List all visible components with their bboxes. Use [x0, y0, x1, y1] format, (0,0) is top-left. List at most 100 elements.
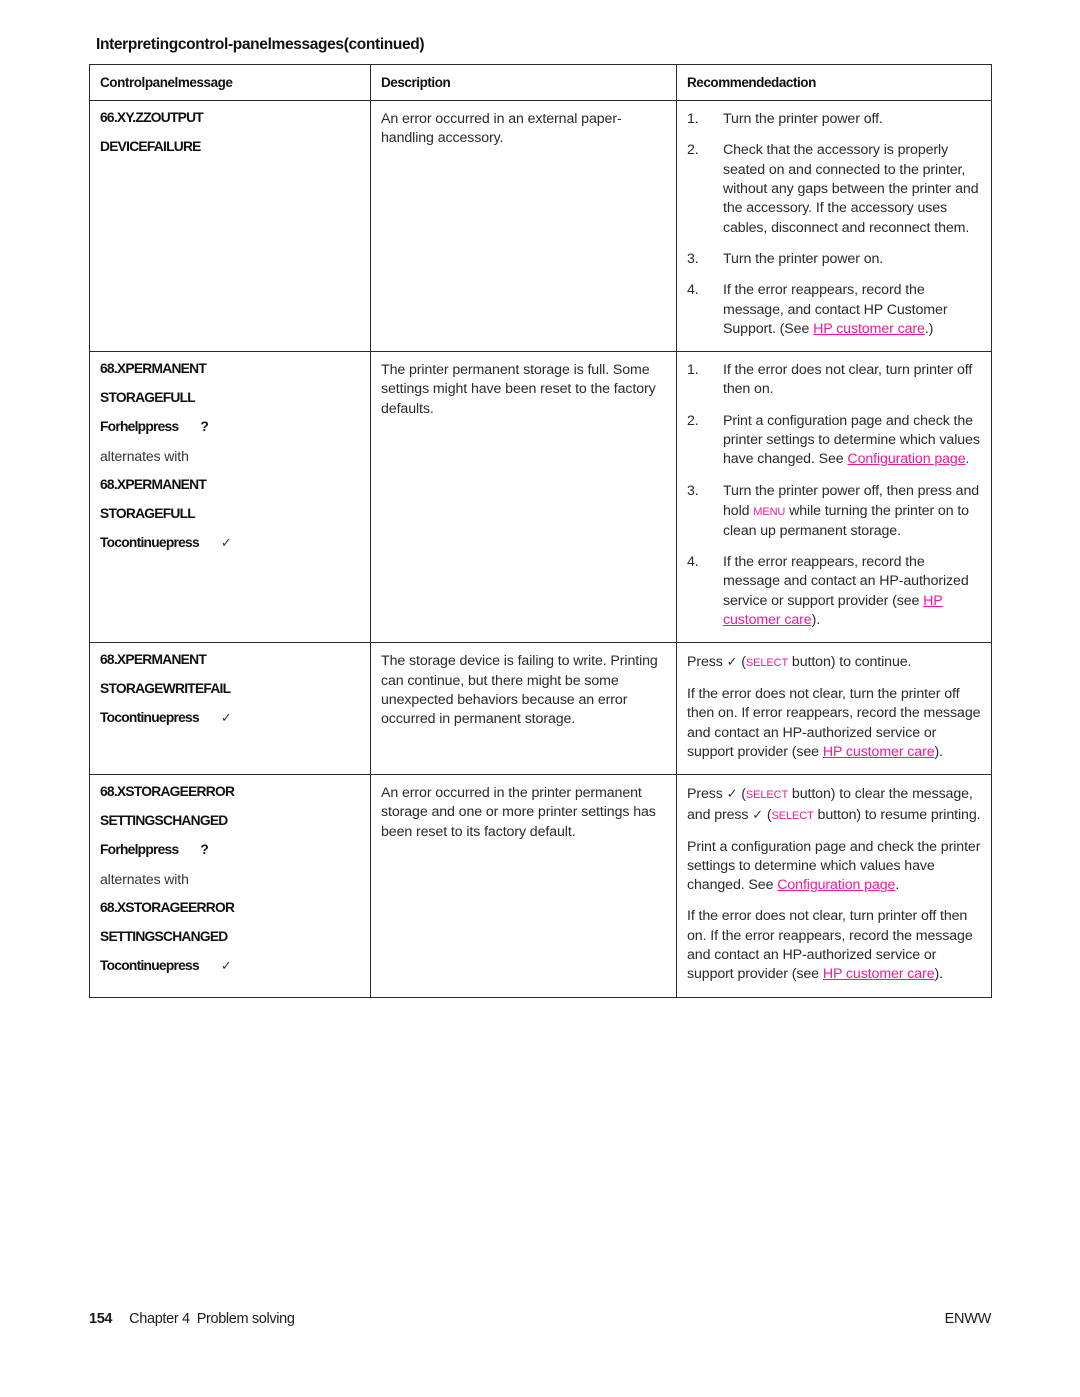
description-text: The storage device is failing to write. … — [381, 653, 658, 728]
message-line: SETTINGSCHANGED — [100, 813, 228, 829]
cell-control-panel-message: 68.XSTORAGEERROR SETTINGSCHANGED Forhelp… — [89, 774, 371, 998]
document-page: Interpretingcontrol-panelmessages(contin… — [0, 0, 1080, 1397]
action-number: 4. — [687, 282, 699, 299]
message-line: STORAGEWRITEFAIL — [100, 681, 231, 697]
footer-chapter: Chapter 4 — [129, 1311, 190, 1327]
link-hp-customer-care[interactable]: HP customer care — [823, 966, 935, 982]
action-number: 2. — [687, 142, 699, 159]
action-paragraph: If the error does not clear, turn printe… — [687, 907, 981, 984]
description-text: The printer permanent storage is full. S… — [381, 362, 656, 417]
checkmark-icon: ✓ — [220, 709, 232, 725]
action-text-tail: button) to continue. — [788, 654, 912, 671]
checkmark-icon: ✓ — [752, 806, 764, 822]
action-list: 1. Turn the printer power off. 2. Check th… — [687, 110, 981, 339]
action-text: ( — [763, 806, 772, 823]
cell-control-panel-message: 68.XPERMANENT STORAGEFULL Forhelppress? … — [89, 351, 371, 644]
page-footer: 154 Chapter 4 Problem solving ENWW — [89, 1311, 991, 1333]
table-row: 68.XPERMANENT STORAGEFULL Forhelppress? … — [89, 351, 992, 644]
action-item: 1. Turn the printer power off. — [687, 110, 981, 129]
continue-prompt: Tocontinuepress ✓ — [100, 958, 360, 974]
cell-description: An error occurred in an external paper-h… — [370, 99, 677, 353]
action-number: 1. — [687, 111, 699, 127]
message-line: 66.XY.ZZOUTPUT — [100, 110, 204, 125]
cell-recommended-action: Press ✓ (SELECT button) to clear the mes… — [676, 774, 992, 998]
action-text-tail: . — [895, 877, 900, 894]
link-configuration-page[interactable]: Configuration page — [777, 877, 895, 893]
action-text-tail: ). — [934, 743, 944, 760]
message-line: 68.XPERMANENT — [100, 361, 207, 377]
footer-page-number: 154 — [89, 1311, 113, 1327]
action-text: Check that the accessory is properly sea… — [723, 142, 979, 236]
column-header-control-panel-message: Controlpanelmessage — [89, 64, 371, 101]
table-header-row: Controlpanelmessage Description Recommen… — [89, 64, 992, 101]
control-panel-messages-table: Controlpanelmessage Description Recommen… — [89, 64, 992, 998]
description-text: An error occurred in the printer permane… — [381, 785, 656, 840]
message-line-alt: STORAGEFULL — [100, 505, 196, 521]
continue-prompt-label: Tocontinuepress — [100, 957, 200, 973]
action-text: Press — [687, 654, 727, 671]
description-text: An error occurred in an external paper-h… — [381, 111, 622, 147]
action-text: If the error does not clear, turn printe… — [723, 362, 973, 398]
alternates-with-label: alternates with — [100, 870, 189, 887]
action-text: ( — [737, 654, 746, 671]
help-prompt-label: Forhelppress — [100, 418, 179, 434]
continue-prompt-label: Tocontinuepress — [100, 534, 200, 550]
footer-locale: ENWW — [944, 1311, 992, 1327]
help-key-glyph: ? — [200, 841, 209, 857]
table-row: 68.XPERMANENT STORAGEWRITEFAIL Tocontinu… — [89, 642, 992, 776]
link-hp-customer-care[interactable]: HP customer care — [823, 744, 935, 760]
message-line-alt: 68.XSTORAGEERROR — [100, 899, 235, 915]
keycap-menu: MENU — [753, 502, 786, 519]
link-configuration-page[interactable]: Configuration page — [847, 451, 965, 467]
footer-section: Problem solving — [196, 1311, 295, 1327]
cell-recommended-action: Press ✓ (SELECT button) to continue. If … — [676, 642, 992, 776]
help-prompt: Forhelppress? — [100, 842, 360, 858]
action-number: 4. — [687, 553, 699, 570]
action-number: 3. — [687, 250, 699, 267]
continue-prompt: Tocontinuepress ✓ — [100, 535, 360, 551]
cell-recommended-action: 1. Turn the printer power off. 2. Check th… — [676, 99, 992, 353]
action-text: ( — [737, 786, 746, 803]
action-item: 3. Turn the printer power on. — [687, 250, 981, 269]
action-paragraph: Press ✓ (SELECT button) to continue. — [687, 652, 981, 673]
message-line-alt: SETTINGSCHANGED — [100, 928, 228, 944]
cell-description: The storage device is failing to write. … — [370, 642, 677, 776]
action-paragraph: Press ✓ (SELECT button) to clear the mes… — [687, 784, 981, 825]
cell-description: An error occurred in the printer permane… — [370, 774, 677, 998]
action-number: 1. — [687, 362, 699, 379]
column-header-recommended-action: Recommendedaction — [676, 64, 992, 101]
alternates-with-label: alternates with — [100, 447, 189, 464]
checkmark-icon: ✓ — [220, 534, 232, 550]
help-prompt-label: Forhelppress — [100, 841, 179, 857]
table-row: 68.XSTORAGEERROR SETTINGSCHANGED Forhelp… — [89, 774, 992, 998]
action-number: 3. — [687, 482, 699, 499]
action-list: 1. If the error does not clear, turn prin… — [687, 361, 981, 630]
action-text: Turn the printer power on. — [723, 250, 884, 267]
continue-prompt-label: Tocontinuepress — [100, 709, 200, 725]
keycap-select: SELECT — [745, 653, 789, 671]
action-item: 2. Print a configuration page and check t… — [687, 412, 981, 470]
action-item: 4. If the error reappears, record the mes… — [687, 553, 981, 630]
cell-control-panel-message: 68.XPERMANENT STORAGEWRITEFAIL Tocontinu… — [89, 642, 371, 776]
action-item: 4. If the error reappears, record the mes… — [687, 281, 981, 339]
footer-left-group: 154 Chapter 4 Problem solving — [89, 1311, 295, 1327]
table-title: Interpretingcontrol-panelmessages(contin… — [96, 36, 425, 53]
action-text-tail: .) — [924, 320, 934, 337]
action-text-tail: ). — [934, 966, 944, 983]
continue-prompt: Tocontinuepress ✓ — [100, 710, 360, 726]
cell-description: The printer permanent storage is full. S… — [370, 351, 677, 644]
checkmark-icon: ✓ — [726, 786, 738, 802]
message-line: STORAGEFULL — [100, 389, 196, 405]
action-text-tail: button) to resume printing. — [813, 806, 981, 823]
action-item: 1. If the error does not clear, turn prin… — [687, 361, 981, 400]
message-line-alt: 68.XPERMANENT — [100, 476, 207, 492]
action-text-tail: ). — [811, 611, 821, 628]
cell-recommended-action: 1. If the error does not clear, turn prin… — [676, 351, 992, 644]
table-row: 66.XY.ZZOUTPUT DEVICEFAILURE An error oc… — [89, 99, 992, 353]
keycap-select: SELECT — [771, 805, 814, 823]
action-text-tail: . — [965, 451, 970, 468]
action-number: 2. — [687, 412, 699, 429]
action-item: 3. Turn the printer power off, then press… — [687, 482, 981, 541]
link-hp-customer-care[interactable]: HP customer care — [813, 321, 925, 337]
help-key-glyph: ? — [200, 418, 209, 434]
